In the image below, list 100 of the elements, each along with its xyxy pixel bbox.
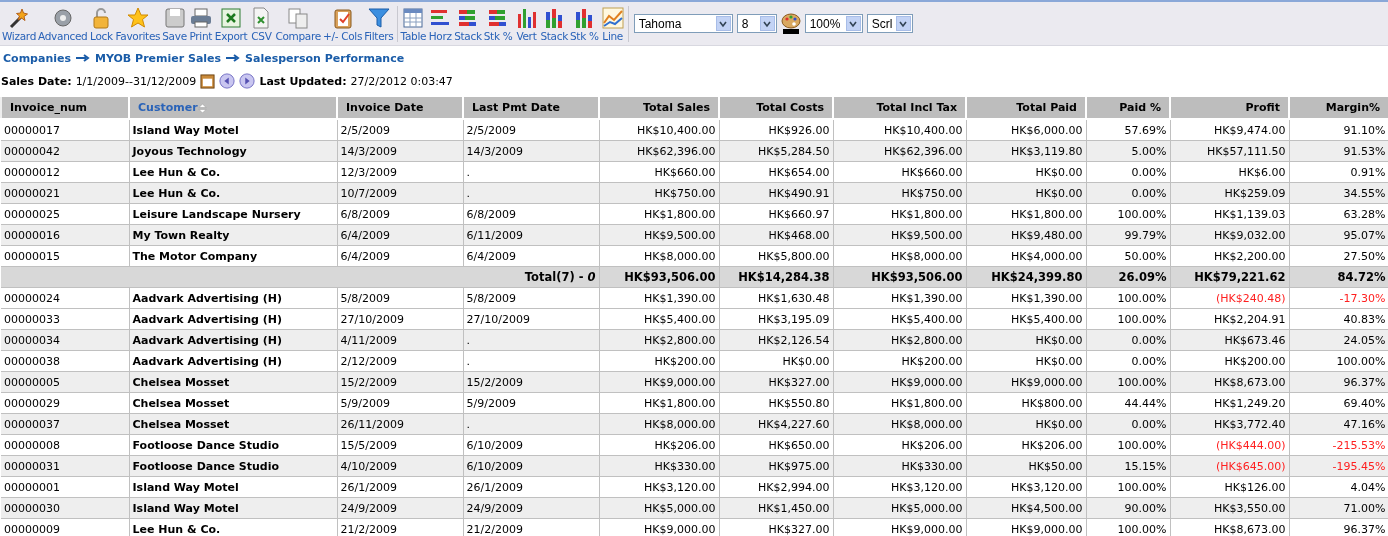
font-size-select[interactable]: 8 (736, 14, 777, 33)
column-header[interactable]: Total Incl Tax (833, 96, 966, 119)
table-cell: 00000001 (1, 476, 129, 498)
table-cell: 27/10/2009 (463, 308, 599, 330)
column-header[interactable]: Last Pmt Date (463, 96, 599, 119)
table-cell: Chelsea Mosset (129, 371, 337, 393)
table-cell: HK$206.00 (833, 434, 966, 456)
color-picker-button[interactable] (780, 13, 801, 34)
table-cell: HK$660.00 (833, 161, 966, 183)
table-cell: HK$126.00 (1170, 476, 1289, 498)
column-header[interactable]: Paid % (1086, 96, 1170, 119)
sales-date-range: 1/1/2009--31/12/2009 (75, 74, 197, 88)
table-cell: HK$5,400.00 (599, 308, 719, 330)
column-header[interactable]: Total Paid (966, 96, 1086, 119)
table-cell: 26/1/2009 (337, 476, 463, 498)
table-cell: 100.00% (1289, 350, 1388, 372)
next-icon[interactable] (239, 73, 256, 89)
previous-icon[interactable] (219, 73, 236, 89)
line-chart-icon (600, 5, 625, 30)
spreadsheet-button[interactable]: Export (213, 5, 249, 42)
breadcrumb-link[interactable]: MYOB Premier Sales (95, 51, 222, 65)
table-cell: 15/5/2009 (337, 434, 463, 456)
table-cell: 6/4/2009 (463, 245, 599, 267)
table-cell: -215.53% (1289, 434, 1388, 456)
table-cell: HK$3,120.00 (833, 476, 966, 498)
stacked-column-button[interactable]: Stack (539, 5, 569, 42)
breadcrumb-link[interactable]: Companies (3, 51, 71, 65)
table-cell: HK$5,800.00 (719, 245, 833, 267)
table-cell: Aadvark Advertising (H) (129, 287, 337, 309)
spreadsheet-icon (219, 5, 244, 30)
table-cell: 00000038 (1, 350, 129, 372)
stacked-bar-button[interactable]: Stack (453, 5, 483, 42)
table-cell: 00000009 (1, 518, 129, 536)
table-cell: 5/9/2009 (337, 392, 463, 414)
csv-file-button[interactable]: CSV (248, 5, 275, 42)
line-chart-button[interactable]: Line (599, 5, 626, 42)
table-cell: 6/8/2009 (463, 203, 599, 225)
table-cell: Aadvark Advertising (H) (129, 329, 337, 351)
last-updated-label: Last Updated: (259, 74, 347, 88)
table-cell: HK$4,000.00 (966, 245, 1086, 267)
table-cell: HK$5,400.00 (966, 308, 1086, 330)
bar-chart-button[interactable]: Horz (427, 5, 454, 42)
breadcrumb-link[interactable]: Salesperson Performance (245, 51, 405, 65)
table-cell: 96.37% (1289, 518, 1388, 536)
sort-icon (197, 102, 207, 114)
column-header[interactable]: Customer (129, 96, 337, 119)
wand-button[interactable]: Wizard (1, 5, 37, 42)
clipboard-button[interactable]: +/- Cols (321, 5, 364, 42)
table-cell: 00000037 (1, 413, 129, 435)
table-cell: 2/5/2009 (463, 119, 599, 141)
table-cell: HK$0.00 (966, 161, 1086, 183)
table-cell: 69.40% (1289, 392, 1388, 414)
sales-date-label: Sales Date: (1, 74, 72, 88)
table-cell: 00000025 (1, 203, 129, 225)
scroll-mode-select[interactable]: Scrl (866, 14, 913, 33)
table-cell: 2/12/2009 (337, 350, 463, 372)
table-cell: 5/9/2009 (463, 392, 599, 414)
table-cell: 00000034 (1, 329, 129, 351)
table-cell: HK$3,195.09 (719, 308, 833, 330)
table-cell: HK$654.00 (719, 161, 833, 183)
column-header[interactable]: Margin% (1289, 96, 1388, 119)
column-chart-button[interactable]: Vert (513, 5, 540, 42)
table-cell: HK$8,673.00 (1170, 518, 1289, 536)
table-cell: HK$550.80 (719, 392, 833, 414)
table-cell: HK$800.00 (966, 392, 1086, 414)
stacked-column-button[interactable]: Stk % (569, 5, 600, 42)
table-cell: HK$6.00 (1170, 161, 1289, 183)
table-button[interactable]: Table (399, 5, 428, 42)
table-cell: HK$1,800.00 (966, 203, 1086, 225)
column-header[interactable]: Total Costs (719, 96, 833, 119)
table-cell: (HK$240.48) (1170, 287, 1289, 309)
table-cell: . (463, 350, 599, 372)
funnel-button[interactable]: Filters (363, 5, 395, 42)
font-select[interactable]: Tahoma (633, 14, 733, 33)
table-cell: 100.00% (1086, 287, 1170, 309)
total-label: Total(7) - 0 (1, 266, 599, 288)
floppy-button[interactable]: Save (161, 5, 188, 42)
column-header[interactable]: Total Sales (599, 96, 719, 119)
printer-button[interactable]: Print (187, 5, 214, 42)
gear-button[interactable]: Advanced (37, 5, 89, 42)
star-button[interactable]: Favorites (114, 5, 162, 42)
documents-button[interactable]: Compare (274, 5, 322, 42)
table-cell: 21/2/2009 (337, 518, 463, 536)
calendar-icon[interactable] (200, 73, 216, 89)
stacked-bar-button[interactable]: Stk % (482, 5, 514, 42)
table-cell: 57.69% (1086, 119, 1170, 141)
table-cell: HK$1,249.20 (1170, 392, 1289, 414)
zoom-select[interactable]: 100% (804, 14, 863, 33)
table-cell: (HK$444.00) (1170, 434, 1289, 456)
table-cell: Lee Hun & Co. (129, 161, 337, 183)
table-cell: 00000030 (1, 497, 129, 519)
padlock-button[interactable]: Lock (88, 5, 115, 42)
table-cell: HK$200.00 (833, 350, 966, 372)
table-cell: HK$1,390.00 (966, 287, 1086, 309)
column-header[interactable]: Profit (1170, 96, 1289, 119)
column-header[interactable]: Invoice Date (337, 96, 463, 119)
table-cell: Footloose Dance Studio (129, 455, 337, 477)
column-header[interactable]: Invoice_num (1, 96, 129, 119)
table-cell: 00000042 (1, 140, 129, 162)
table-cell: Chelsea Mosset (129, 392, 337, 414)
